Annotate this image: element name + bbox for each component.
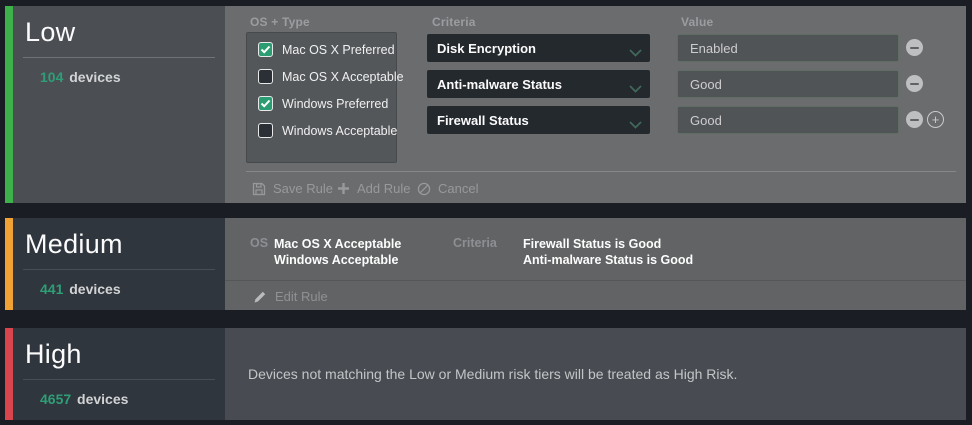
edit-rule-button[interactable]: Edit Rule — [253, 289, 328, 304]
tier-medium-sidebar: Medium 441 devices — [13, 218, 225, 310]
device-count-label: devices — [69, 69, 120, 85]
criteria-dropdown-value: Firewall Status — [427, 113, 529, 128]
tier-low: Low 104 devices OS + Type Criteria Value… — [5, 6, 966, 203]
summary-os-value: Mac OS X Acceptable — [274, 236, 401, 252]
summary-os-values: Mac OS X Acceptable Windows Acceptable — [274, 236, 401, 268]
tier-high-risk-stripe — [5, 328, 13, 420]
tier-medium-title: Medium — [25, 229, 225, 260]
value-input-text: Enabled — [678, 41, 738, 56]
remove-rule-button-2[interactable] — [906, 75, 923, 92]
summary-criteria-value: Anti-malware Status is Good — [523, 252, 693, 268]
device-count-number: 104 — [40, 69, 63, 85]
value-input-3[interactable]: Good — [677, 106, 899, 134]
tier-high-device-count: 4657 devices — [40, 391, 225, 407]
tier-low-sidebar: Low 104 devices — [13, 6, 225, 203]
tier-medium-risk-stripe — [5, 218, 13, 310]
add-rule-label: Add Rule — [357, 181, 410, 196]
minus-icon — [910, 83, 919, 85]
remove-rule-button-3[interactable] — [906, 111, 923, 128]
value-input-2[interactable]: Good — [677, 70, 899, 98]
criteria-dropdown-3[interactable]: Firewall Status — [427, 106, 650, 134]
criteria-dropdown-2[interactable]: Anti-malware Status — [427, 70, 650, 98]
cancel-button[interactable]: Cancel — [417, 181, 478, 196]
summary-os-value: Windows Acceptable — [274, 252, 401, 268]
tier-low-rule-editor: OS + Type Criteria Value Mac OS X Prefer… — [225, 6, 966, 203]
edit-rule-divider — [225, 280, 966, 281]
cancel-label: Cancel — [438, 181, 478, 196]
os-option-label: Mac OS X Preferred — [282, 43, 395, 57]
value-input-text: Good — [678, 113, 722, 128]
os-option-label: Mac OS X Acceptable — [282, 70, 404, 84]
os-option-mac-acceptable[interactable]: Mac OS X Acceptable — [258, 69, 396, 84]
add-rule-button[interactable]: Add Rule — [337, 181, 410, 196]
tier-low-title: Low — [25, 17, 225, 48]
minus-icon — [910, 47, 919, 49]
device-count-label: devices — [69, 281, 120, 297]
tier-high-title: High — [25, 339, 225, 370]
cancel-icon — [417, 182, 431, 196]
os-option-windows-preferred[interactable]: Windows Preferred — [258, 96, 396, 111]
os-type-checkbox-panel: Mac OS X Preferred Mac OS X Acceptable W… — [246, 32, 397, 163]
device-count-number: 441 — [40, 281, 63, 297]
column-header-os-type: OS + Type — [250, 15, 310, 29]
os-option-label: Windows Acceptable — [282, 124, 397, 138]
save-rule-label: Save Rule — [273, 181, 333, 196]
device-count-number: 4657 — [40, 391, 71, 407]
summary-criteria-values: Firewall Status is Good Anti-malware Sta… — [523, 236, 693, 268]
value-input-1[interactable]: Enabled — [677, 34, 899, 62]
device-count-label: devices — [77, 391, 128, 407]
tier-high-sidebar: High 4657 devices — [13, 328, 225, 420]
chevron-down-icon — [629, 44, 642, 62]
checkbox-icon[interactable] — [258, 96, 273, 111]
tier-medium-rule-summary: OS Mac OS X Acceptable Windows Acceptabl… — [225, 218, 966, 310]
sidebar-divider — [23, 269, 215, 270]
column-header-value: Value — [681, 15, 713, 29]
add-criteria-button[interactable]: + — [927, 111, 944, 128]
tier-medium: Medium 441 devices OS Mac OS X Acceptabl… — [5, 218, 966, 310]
chevron-down-icon — [629, 80, 642, 98]
sidebar-divider — [23, 379, 215, 380]
tier-medium-device-count: 441 devices — [40, 281, 225, 297]
plus-icon — [337, 182, 350, 195]
criteria-dropdown-value: Anti-malware Status — [427, 77, 562, 92]
checkbox-icon[interactable] — [258, 123, 273, 138]
save-rule-button[interactable]: Save Rule — [252, 181, 333, 196]
check-icon — [260, 99, 271, 108]
edit-rule-label: Edit Rule — [275, 289, 328, 304]
high-risk-message: Devices not matching the Low or Medium r… — [248, 366, 737, 382]
tier-high: High 4657 devices Devices not matching t… — [5, 328, 966, 420]
sidebar-divider — [23, 57, 215, 58]
criteria-dropdown-value: Disk Encryption — [427, 41, 536, 56]
os-option-label: Windows Preferred — [282, 97, 388, 111]
minus-icon — [910, 119, 919, 121]
remove-rule-button-1[interactable] — [906, 39, 923, 56]
check-icon — [260, 45, 271, 54]
tier-low-risk-stripe — [5, 6, 13, 203]
summary-criteria-value: Firewall Status is Good — [523, 236, 693, 252]
column-header-criteria: Criteria — [432, 15, 476, 29]
value-input-text: Good — [678, 77, 722, 92]
summary-os-label: OS — [250, 236, 268, 250]
checkbox-icon[interactable] — [258, 69, 273, 84]
save-icon — [252, 182, 266, 196]
summary-criteria-label: Criteria — [453, 236, 497, 250]
chevron-down-icon — [629, 116, 642, 134]
pencil-icon — [253, 290, 267, 304]
os-option-windows-acceptable[interactable]: Windows Acceptable — [258, 123, 396, 138]
tier-high-info: Devices not matching the Low or Medium r… — [225, 328, 966, 420]
checkbox-icon[interactable] — [258, 42, 273, 57]
tier-low-device-count: 104 devices — [40, 69, 225, 85]
criteria-dropdown-1[interactable]: Disk Encryption — [427, 34, 650, 62]
actions-divider — [246, 171, 956, 172]
os-option-mac-preferred[interactable]: Mac OS X Preferred — [258, 42, 396, 57]
